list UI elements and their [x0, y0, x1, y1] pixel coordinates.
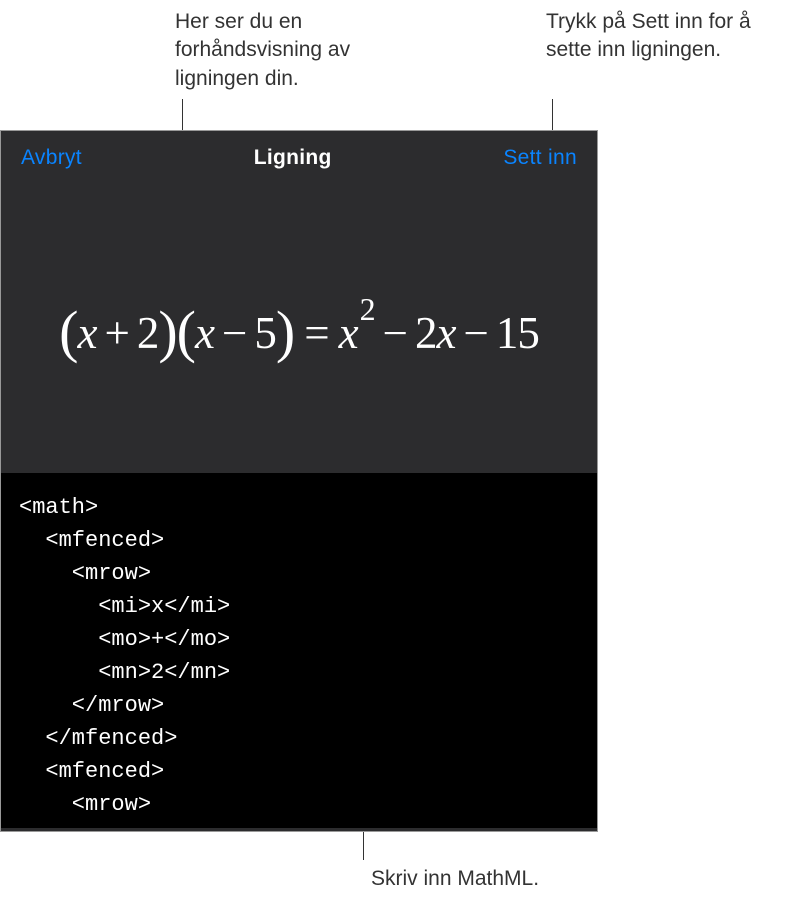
callout-line [363, 830, 364, 860]
equation-preview: (x+2)(x−5)=x2−2x−15 [1, 183, 597, 473]
callout-insert-text: Trykk på Sett inn for å sette inn lignin… [546, 8, 796, 65]
cancel-button[interactable]: Avbryt [21, 146, 82, 170]
callout-preview-text: Her ser du en forhåndsvisning av ligning… [175, 8, 425, 93]
modal-title: Ligning [254, 146, 332, 170]
equation-render: (x+2)(x−5)=x2−2x−15 [59, 295, 539, 362]
modal-header: Avbryt Ligning Sett inn [1, 131, 597, 183]
insert-button[interactable]: Sett inn [503, 146, 577, 170]
callout-mathml-text: Skriv inn MathML. [371, 865, 671, 893]
equation-editor-modal: Avbryt Ligning Sett inn (x+2)(x−5)=x2−2x… [0, 130, 598, 832]
mathml-input[interactable]: <math> <mfenced> <mrow> <mi>x</mi> <mo>+… [1, 473, 597, 828]
